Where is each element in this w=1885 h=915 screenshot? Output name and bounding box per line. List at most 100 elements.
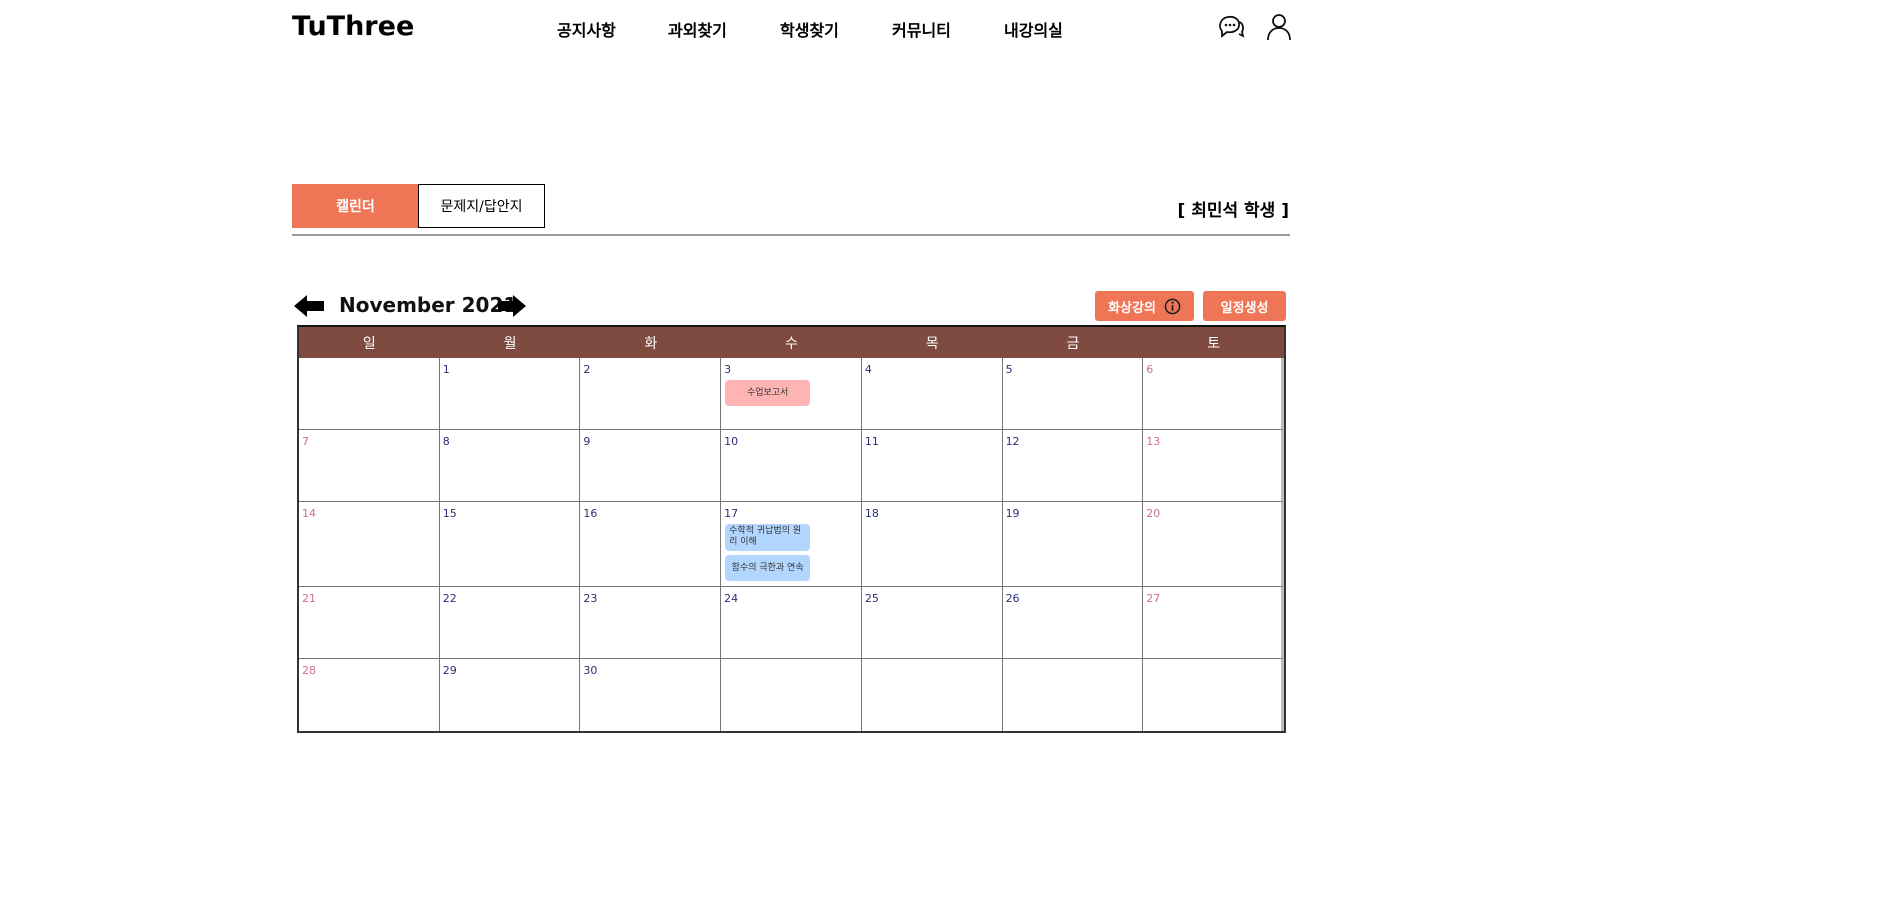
day-number: 24 <box>724 592 739 605</box>
day-cell[interactable]: 28 <box>299 659 440 731</box>
month-title: November 2021 <box>339 293 518 317</box>
day-number: 5 <box>1005 363 1013 376</box>
day-cell[interactable]: 21 <box>299 587 440 659</box>
day-cell[interactable]: 23 <box>580 587 722 659</box>
day-cell[interactable]: 12 <box>1002 430 1144 502</box>
day-number: 12 <box>1005 435 1020 448</box>
video-lecture-label: 화상강의 <box>1108 300 1156 316</box>
event-lesson[interactable]: 수학적 귀납법의 원리 이해 <box>725 524 811 551</box>
day-number: 26 <box>1005 592 1020 605</box>
day-cell[interactable]: 6 <box>1143 358 1284 430</box>
nav-community[interactable]: 커뮤니티 <box>892 17 951 41</box>
day-cell[interactable]: 15 <box>439 502 581 587</box>
calendar-grid: 일 월 화 수 목 금 토 1 2 3 수업보고서 4 5 6 7 8 9 10… <box>297 325 1286 733</box>
day-number: 17 <box>724 507 739 520</box>
day-number: 30 <box>583 664 598 677</box>
day-cell[interactable] <box>299 358 440 430</box>
tab-divider <box>292 234 1290 236</box>
day-cell[interactable]: 22 <box>439 587 581 659</box>
day-number: 21 <box>302 592 316 605</box>
day-cell[interactable] <box>1003 659 1144 731</box>
day-number: 13 <box>1146 435 1161 448</box>
weekday-header: 일 월 화 수 목 금 토 <box>299 327 1284 358</box>
day-cell[interactable]: 19 <box>1002 502 1144 587</box>
day-cell[interactable]: 18 <box>861 502 1003 587</box>
day-number: 28 <box>302 664 316 677</box>
day-cell[interactable]: 24 <box>721 587 862 659</box>
day-cell[interactable] <box>1143 659 1284 731</box>
calendar-week: 21 22 23 24 25 26 27 <box>299 587 1284 659</box>
nav-find-students[interactable]: 학생찾기 <box>780 17 839 41</box>
nav-my-classroom[interactable]: 내강의실 <box>1004 17 1063 41</box>
chat-icon[interactable] <box>1216 12 1246 42</box>
day-cell[interactable] <box>721 659 862 731</box>
day-number: 25 <box>864 592 879 605</box>
day-cell[interactable]: 26 <box>1002 587 1144 659</box>
day-cell[interactable]: 27 <box>1143 587 1284 659</box>
day-number: 8 <box>442 435 450 448</box>
day-number: 6 <box>1146 363 1154 376</box>
weekday-tue: 화 <box>644 335 658 352</box>
day-number: 15 <box>442 507 457 520</box>
day-cell[interactable]: 25 <box>861 587 1003 659</box>
day-number: 18 <box>864 507 879 520</box>
event-lesson[interactable]: 함수의 극한과 연속 <box>725 555 811 581</box>
weekday-sat: 토 <box>1207 335 1221 352</box>
calendar-week: 28 29 30 <box>299 659 1284 731</box>
weekday-thu: 목 <box>925 335 939 352</box>
day-cell[interactable]: 3 수업보고서 <box>721 358 862 430</box>
day-cell[interactable]: 14 <box>299 502 440 587</box>
event-lesson-report[interactable]: 수업보고서 <box>725 380 811 406</box>
day-number: 14 <box>302 507 316 520</box>
day-number: 20 <box>1146 507 1161 520</box>
calendar-week: 14 15 16 17 수학적 귀납법의 원리 이해 함수의 극한과 연속 18… <box>299 502 1284 587</box>
day-cell[interactable] <box>862 659 1003 731</box>
day-cell[interactable]: 11 <box>861 430 1003 502</box>
day-number: 16 <box>583 507 598 520</box>
weekday-mon: 월 <box>503 335 517 352</box>
day-number: 7 <box>302 435 309 448</box>
day-cell[interactable]: 5 <box>1002 358 1144 430</box>
next-month-arrow-icon[interactable] <box>496 294 528 318</box>
prev-month-arrow-icon[interactable] <box>294 294 326 318</box>
day-cell[interactable]: 16 <box>580 502 722 587</box>
day-number: 22 <box>442 592 457 605</box>
day-cell[interactable]: 8 <box>439 430 581 502</box>
day-number: 23 <box>583 592 598 605</box>
day-cell[interactable]: 7 <box>299 430 440 502</box>
day-number: 29 <box>442 664 457 677</box>
nav-notice[interactable]: 공지사항 <box>557 17 616 41</box>
day-cell[interactable]: 1 <box>439 358 581 430</box>
weekday-fri: 금 <box>1066 335 1080 352</box>
day-number: 10 <box>724 435 739 448</box>
day-cell[interactable]: 9 <box>580 430 722 502</box>
weekday-sun: 일 <box>362 335 376 352</box>
calendar-week: 1 2 3 수업보고서 4 5 6 <box>299 358 1284 430</box>
info-icon <box>1164 298 1181 314</box>
day-number: 4 <box>864 363 872 376</box>
day-number: 27 <box>1146 592 1161 605</box>
day-number: 1 <box>442 363 450 376</box>
day-number: 2 <box>583 363 591 376</box>
day-cell[interactable]: 10 <box>721 430 862 502</box>
calendar-week: 7 8 9 10 11 12 13 <box>299 430 1284 502</box>
day-cell[interactable]: 17 수학적 귀납법의 원리 이해 함수의 극한과 연속 <box>721 502 862 587</box>
day-number: 19 <box>1005 507 1020 520</box>
day-cell[interactable]: 2 <box>580 358 722 430</box>
logo[interactable]: TuThree <box>292 11 414 42</box>
weekday-wed: 수 <box>785 335 798 352</box>
user-icon[interactable] <box>1264 12 1294 42</box>
tab-calendar[interactable]: 캘린더 <box>292 184 419 228</box>
day-number: 9 <box>583 435 591 448</box>
day-cell[interactable]: 29 <box>440 659 581 731</box>
student-name-label: [ 최민석 학생 ] <box>1177 201 1290 221</box>
day-cell[interactable]: 4 <box>861 358 1003 430</box>
video-lecture-button[interactable]: 화상강의 <box>1095 291 1194 321</box>
day-cell[interactable]: 13 <box>1143 430 1284 502</box>
create-schedule-button[interactable]: 일정생성 <box>1203 291 1286 321</box>
nav-find-tutoring[interactable]: 과외찾기 <box>668 17 727 41</box>
tab-worksheets[interactable]: 문제지/답안지 <box>418 184 545 228</box>
day-number: 3 <box>724 363 732 376</box>
day-cell[interactable]: 20 <box>1143 502 1284 587</box>
day-cell[interactable]: 30 <box>580 659 722 731</box>
